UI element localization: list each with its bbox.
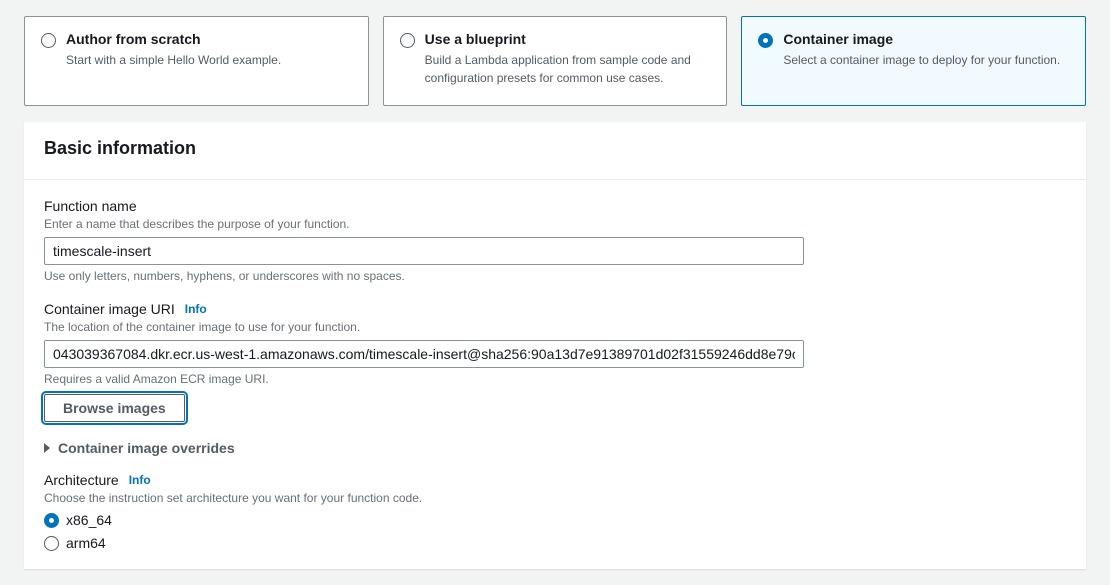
overrides-label: Container image overrides bbox=[58, 440, 235, 456]
option-author-from-scratch[interactable]: Author from scratch Start with a simple … bbox=[24, 16, 369, 106]
function-name-hint: Use only letters, numbers, hyphens, or u… bbox=[44, 269, 1066, 283]
function-name-help: Enter a name that describes the purpose … bbox=[44, 217, 1066, 231]
option-title: Container image bbox=[783, 31, 1069, 47]
radio-icon bbox=[44, 536, 59, 551]
architecture-option-arm64[interactable]: arm64 bbox=[44, 534, 1066, 551]
function-name-label: Function name bbox=[44, 198, 137, 214]
architecture-option-x86[interactable]: x86_64 bbox=[44, 511, 1066, 528]
option-use-blueprint[interactable]: Use a blueprint Build a Lambda applicati… bbox=[383, 16, 728, 106]
container-image-uri-hint: Requires a valid Amazon ECR image URI. bbox=[44, 372, 1066, 386]
architecture-label: Architecture bbox=[44, 472, 119, 488]
container-image-uri-info-link[interactable]: Info bbox=[185, 302, 207, 316]
radio-icon bbox=[758, 33, 773, 48]
container-image-uri-help: The location of the container image to u… bbox=[44, 320, 1066, 334]
radio-label: x86_64 bbox=[66, 512, 112, 528]
function-name-input[interactable] bbox=[44, 237, 804, 265]
container-image-overrides-expander[interactable]: Container image overrides bbox=[44, 440, 1066, 456]
radio-label: arm64 bbox=[66, 535, 106, 551]
option-desc: Select a container image to deploy for y… bbox=[783, 51, 1069, 69]
option-container-image[interactable]: Container image Select a container image… bbox=[741, 16, 1086, 106]
container-image-uri-input[interactable] bbox=[44, 340, 804, 368]
caret-right-icon bbox=[44, 443, 50, 453]
basic-information-panel: Basic information Function name Enter a … bbox=[24, 122, 1086, 569]
radio-icon bbox=[44, 513, 59, 528]
architecture-help: Choose the instruction set architecture … bbox=[44, 491, 1066, 505]
option-title: Author from scratch bbox=[66, 31, 352, 47]
architecture-info-link[interactable]: Info bbox=[129, 473, 151, 487]
container-image-uri-label: Container image URI bbox=[44, 301, 175, 317]
radio-icon bbox=[41, 33, 56, 48]
option-title: Use a blueprint bbox=[425, 31, 711, 47]
radio-icon bbox=[400, 33, 415, 48]
option-desc: Build a Lambda application from sample c… bbox=[425, 51, 711, 87]
panel-title: Basic information bbox=[44, 138, 1066, 159]
option-desc: Start with a simple Hello World example. bbox=[66, 51, 352, 69]
browse-images-button[interactable]: Browse images bbox=[44, 394, 185, 422]
